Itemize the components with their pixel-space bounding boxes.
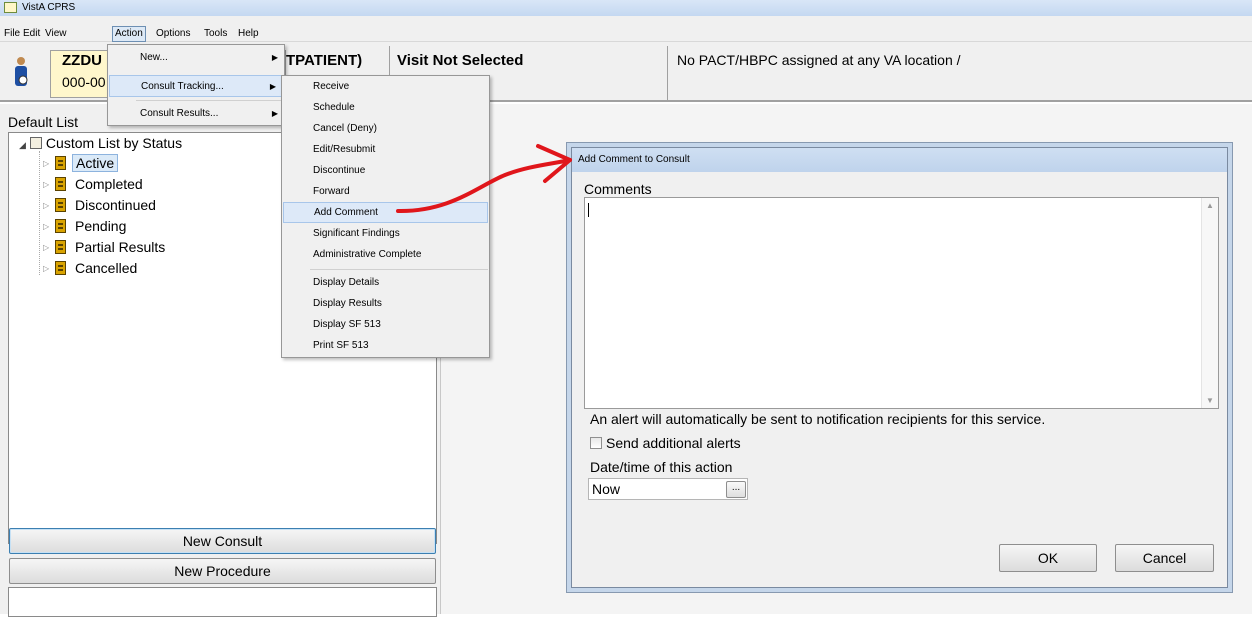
menu-item-administrative-complete[interactable]: Administrative Complete [282,244,489,266]
menu-help[interactable]: Help [236,27,261,41]
menu-item-significant-findings[interactable]: Significant Findings [282,223,489,245]
datetime-picker-button[interactable]: ... [726,481,746,498]
ok-button[interactable]: OK [999,544,1097,572]
default-list-label: Default List [8,114,79,130]
expand-icon[interactable]: ▷ [43,243,53,252]
tree-item-cancelled[interactable]: ▷ Cancelled [43,260,140,280]
send-alerts-row[interactable]: Send additional alerts [590,435,741,451]
menu-item-add-comment[interactable]: Add Comment [283,202,488,223]
new-procedure-button[interactable]: New Procedure [9,558,436,584]
menu-item-label: Consult Results... [140,108,219,119]
patient-ssn: 000-00 [62,74,106,90]
action-menu-consult-tracking[interactable]: Consult Tracking... ▶ [109,75,283,97]
submenu-arrow-icon: ▶ [271,109,278,118]
tree-lines [39,151,40,275]
consult-folder-icon [55,198,66,212]
expand-icon[interactable]: ▷ [43,201,53,210]
menu-action[interactable]: Action [112,26,146,42]
new-consult-button[interactable]: New Consult [9,528,436,554]
expand-icon[interactable]: ▷ [43,159,53,168]
action-menu-consult-results[interactable]: Consult Results... ▶ [108,103,284,125]
consult-tracking-submenu: Receive Schedule Cancel (Deny) Edit/Resu… [281,75,490,358]
menu-item-label: Consult Tracking... [141,81,224,92]
tree-item-label: Partial Results [75,239,166,255]
tree-item-label: Active [72,154,119,172]
send-alerts-checkbox[interactable] [590,437,602,449]
add-comment-dialog: Add Comment to Consult Comments ▲ ▼ An a… [571,147,1228,588]
menu-item-edit-resubmit[interactable]: Edit/Resubmit [282,139,489,161]
patient-status: TPATIENT) [286,52,363,69]
menu-file[interactable]: File [2,27,22,41]
alert-note: An alert will automatically be sent to n… [590,411,1046,427]
consult-folder-icon [55,261,66,275]
menu-edit[interactable]: Edit [21,27,42,41]
tree-root[interactable]: ◢ Custom List by Status [19,135,182,151]
menu-item-display-sf513[interactable]: Display SF 513 [282,314,489,336]
tree-root-label: Custom List by Status [45,135,183,151]
consult-folder-icon [55,240,66,254]
expand-icon[interactable]: ▷ [43,222,53,231]
action-menu-new[interactable]: New... ▶ [108,47,284,69]
menu-item-schedule[interactable]: Schedule [282,97,489,119]
menu-separator [310,269,488,270]
patient-name: ZZDU [62,52,102,69]
scroll-up-icon[interactable]: ▲ [1206,201,1214,210]
consult-folder-icon [55,219,66,233]
cancel-button[interactable]: Cancel [1115,544,1214,572]
text-caret [588,203,589,217]
menu-item-discontinue[interactable]: Discontinue [282,160,489,182]
consult-detail-list[interactable] [8,587,437,617]
window-titlebar: VistA CPRS [0,0,1252,16]
cprs-app-icon [4,2,17,13]
collapse-icon[interactable]: ◢ [19,140,26,150]
tree-item-label: Completed [75,176,143,192]
menu-item-display-details[interactable]: Display Details [282,272,489,294]
comments-label: Comments [584,181,652,197]
expand-icon[interactable]: ▷ [43,264,53,273]
scroll-down-icon[interactable]: ▼ [1206,396,1214,405]
menu-item-cancel-deny[interactable]: Cancel (Deny) [282,118,489,140]
menu-item-label: New... [140,52,168,63]
tree-item-discontinued[interactable]: ▷ Discontinued [43,197,159,217]
window-title: VistA CPRS [22,2,76,13]
tree-item-label: Pending [75,218,127,234]
menu-tools[interactable]: Tools [202,27,229,41]
list-icon [29,137,42,149]
expand-icon[interactable]: ▷ [43,180,53,189]
comments-scrollbar[interactable]: ▲ ▼ [1201,198,1218,408]
tree-item-active[interactable]: ▷ Active [43,154,119,175]
visit-label[interactable]: Visit Not Selected [397,52,523,69]
banner-divider [667,46,668,100]
tree-item-pending[interactable]: ▷ Pending [43,218,129,238]
menu-options[interactable]: Options [154,27,192,41]
tree-item-completed[interactable]: ▷ Completed [43,176,146,196]
menu-view[interactable]: View [43,27,69,41]
tree-item-label: Cancelled [75,260,138,276]
menu-item-forward[interactable]: Forward [282,181,489,203]
tree-item-label: Discontinued [75,197,156,213]
menu-item-display-results[interactable]: Display Results [282,293,489,315]
menu-separator [136,100,282,101]
send-alerts-label[interactable]: Send additional alerts [606,435,741,451]
datetime-label: Date/time of this action [590,459,733,475]
submenu-arrow-icon: ▶ [269,82,276,91]
consult-folder-icon [55,156,66,170]
pact-text[interactable]: No PACT/HBPC assigned at any VA location… [677,52,961,68]
patient-icon[interactable] [12,56,30,88]
consult-folder-icon [55,177,66,191]
datetime-field[interactable]: Now [588,478,748,500]
action-menu: New... ▶ Consult Tracking... ▶ Consult R… [107,44,285,126]
menu-item-receive[interactable]: Receive [282,76,489,98]
tree-item-partial-results[interactable]: ▷ Partial Results [43,239,168,259]
submenu-arrow-icon: ▶ [271,53,278,62]
comments-textarea[interactable]: ▲ ▼ [584,197,1219,409]
menu-item-print-sf513[interactable]: Print SF 513 [282,335,489,357]
menu-bar: File Edit View Action Options Tools Help [0,16,1252,42]
dialog-title[interactable]: Add Comment to Consult [572,148,1227,172]
